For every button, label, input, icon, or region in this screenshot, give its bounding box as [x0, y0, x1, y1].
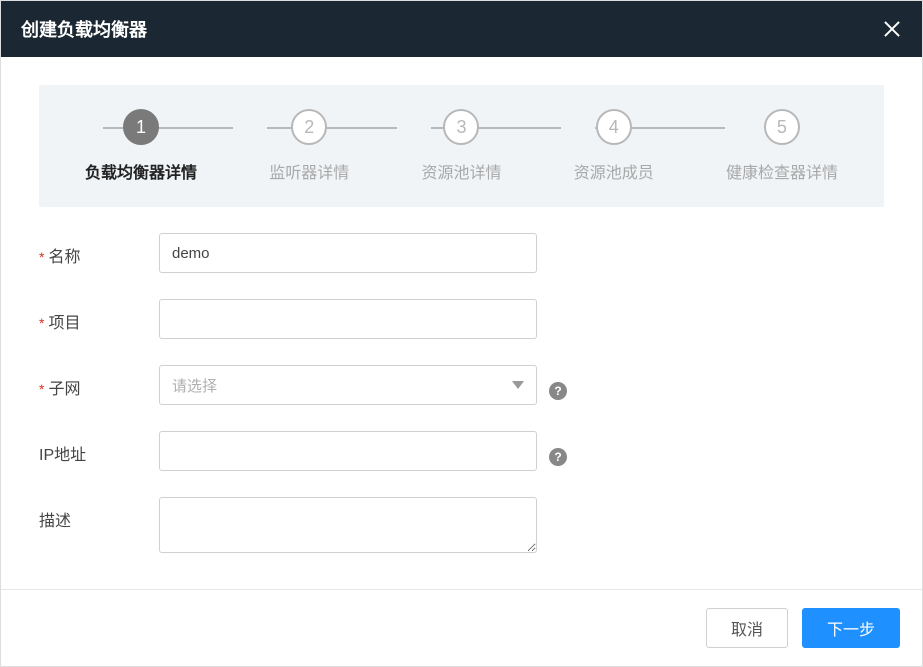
field-ip: IP地址 ? [39, 431, 884, 471]
project-input[interactable] [159, 299, 537, 339]
step-label: 负载均衡器详情 [85, 159, 197, 183]
required-mark: * [39, 381, 44, 397]
step-label: 监听器详情 [269, 159, 349, 183]
dialog-title: 创建负载均衡器 [21, 16, 147, 42]
label-text: 项目 [48, 309, 80, 333]
step-number: 1 [123, 109, 159, 145]
label-subnet: * 子网 [39, 365, 159, 399]
dialog-footer: 取消 下一步 [1, 589, 922, 666]
close-icon[interactable] [882, 19, 902, 39]
ip-input[interactable] [159, 431, 537, 471]
step-5[interactable]: 5 健康检查器详情 [726, 109, 838, 183]
create-lb-dialog: 创建负载均衡器 1 负载均衡器详情 2 监听器详情 3 资源池详情 4 资源池成 [0, 0, 923, 667]
subnet-select[interactable]: 请选择 [159, 365, 537, 405]
step-2[interactable]: 2 监听器详情 [269, 109, 349, 183]
label-project: * 项目 [39, 299, 159, 333]
label-desc: 描述 [39, 497, 159, 531]
label-text: IP地址 [39, 441, 86, 465]
required-mark: * [39, 249, 44, 265]
cancel-button[interactable]: 取消 [706, 608, 788, 648]
label-text: 名称 [48, 243, 80, 267]
label-name: * 名称 [39, 233, 159, 267]
desc-textarea[interactable] [159, 497, 537, 553]
step-3[interactable]: 3 资源池详情 [421, 109, 501, 183]
field-desc: 描述 [39, 497, 884, 553]
next-button[interactable]: 下一步 [802, 608, 900, 648]
dialog-body: 1 负载均衡器详情 2 监听器详情 3 资源池详情 4 资源池成员 5 健康检查… [1, 57, 922, 553]
step-4[interactable]: 4 资源池成员 [574, 109, 654, 183]
step-number: 2 [291, 109, 327, 145]
label-ip: IP地址 [39, 431, 159, 465]
name-input[interactable] [159, 233, 537, 273]
dialog-header: 创建负载均衡器 [1, 1, 922, 57]
field-name: * 名称 [39, 233, 884, 273]
help-icon[interactable]: ? [549, 382, 567, 400]
step-number: 5 [764, 109, 800, 145]
step-indicator: 1 负载均衡器详情 2 监听器详情 3 资源池详情 4 资源池成员 5 健康检查… [39, 85, 884, 207]
step-1[interactable]: 1 负载均衡器详情 [85, 109, 197, 183]
subnet-placeholder: 请选择 [172, 375, 217, 396]
step-number: 3 [443, 109, 479, 145]
chevron-down-icon [512, 381, 524, 389]
field-subnet: * 子网 请选择 ? [39, 365, 884, 405]
step-label: 资源池成员 [574, 159, 654, 183]
required-mark: * [39, 315, 44, 331]
label-text: 描述 [39, 507, 71, 531]
help-icon[interactable]: ? [549, 448, 567, 466]
step-label: 健康检查器详情 [726, 159, 838, 183]
step-label: 资源池详情 [421, 159, 501, 183]
step-number: 4 [596, 109, 632, 145]
field-project: * 项目 [39, 299, 884, 339]
label-text: 子网 [48, 375, 80, 399]
